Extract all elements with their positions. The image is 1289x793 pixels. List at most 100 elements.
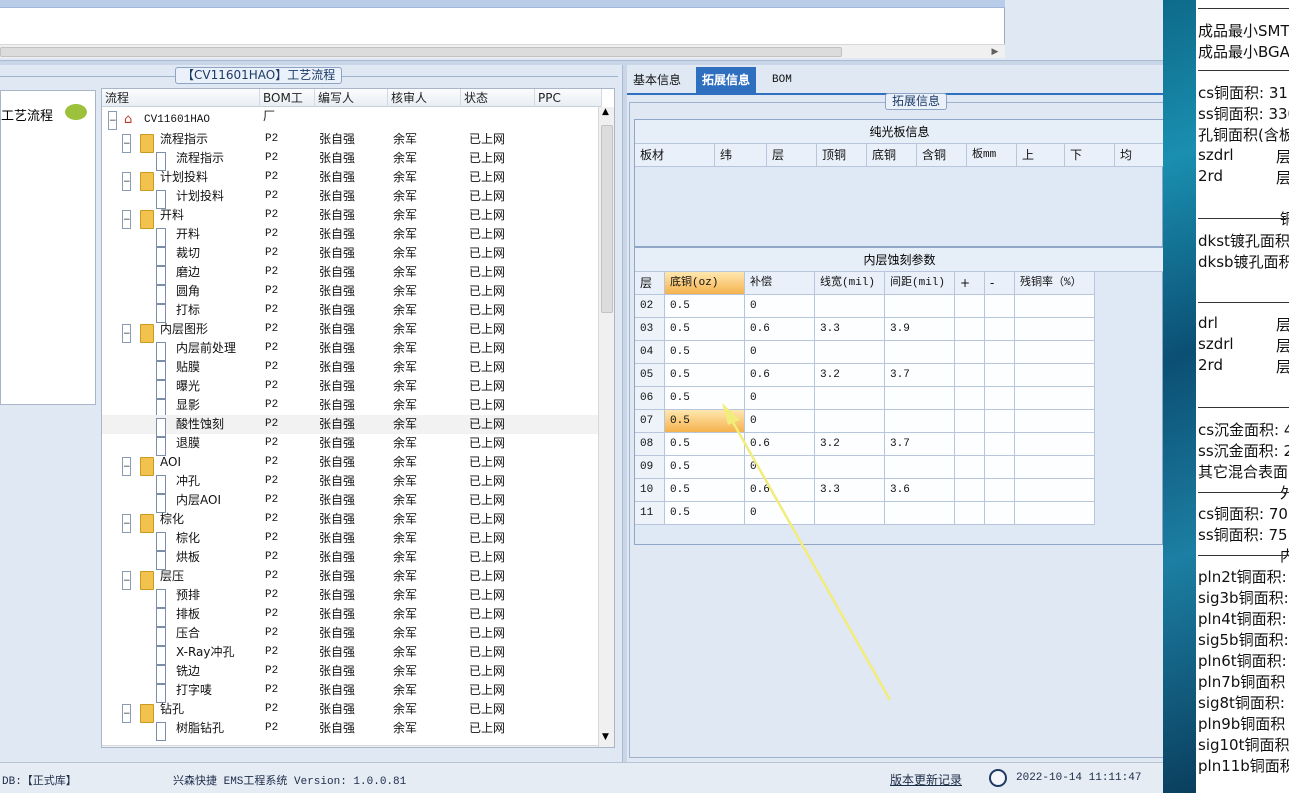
- bare-board-header[interactable]: 均: [1115, 144, 1164, 167]
- etch-header[interactable]: 线宽(mil): [815, 272, 885, 295]
- etch-cell[interactable]: 0.5: [665, 341, 745, 364]
- etch-cell[interactable]: 06: [635, 387, 665, 410]
- etch-header[interactable]: 补偿: [745, 272, 815, 295]
- etch-cell[interactable]: 3.3: [815, 318, 885, 341]
- etch-cell[interactable]: 0.6: [745, 318, 815, 341]
- collapse-icon[interactable]: −: [108, 111, 117, 130]
- etch-cell[interactable]: [955, 433, 985, 456]
- tree-row[interactable]: − 钻孔 P2 张自强 余军 已上网: [102, 700, 602, 723]
- bare-board-header[interactable]: 板材: [635, 144, 715, 167]
- tree-row[interactable]: 流程指示 P2 张自强 余军 已上网: [102, 149, 602, 171]
- selected-row[interactable]: [0, 0, 1005, 8]
- tree-row[interactable]: 铣边 P2 张自强 余军 已上网: [102, 662, 602, 684]
- tab-basic-info[interactable]: 基本信息: [627, 67, 687, 93]
- scroll-thumb[interactable]: [0, 47, 842, 57]
- scroll-down-arrow-icon[interactable]: ▼: [602, 732, 609, 742]
- etch-cell[interactable]: 3.2: [815, 364, 885, 387]
- etch-cell[interactable]: 0: [745, 295, 815, 318]
- scroll-thumb[interactable]: [601, 125, 613, 313]
- tree-row[interactable]: 棕化 P2 张自强 余军 已上网: [102, 529, 602, 551]
- header-reviewer[interactable]: 核审人: [388, 89, 461, 107]
- etch-cell[interactable]: [1015, 433, 1095, 456]
- etch-cell[interactable]: [985, 364, 1015, 387]
- etch-cell[interactable]: [955, 410, 985, 433]
- tree-row[interactable]: 打标 P2 张自强 余军 已上网: [102, 301, 602, 323]
- etch-cell[interactable]: [985, 410, 1015, 433]
- top-grid-hscrollbar[interactable]: ▶: [0, 44, 1005, 58]
- etch-cell[interactable]: 04: [635, 341, 665, 364]
- header-ppc[interactable]: PPC: [535, 89, 602, 107]
- etch-cell[interactable]: [985, 295, 1015, 318]
- chat-bubble-icon[interactable]: [65, 104, 87, 120]
- bare-board-header[interactable]: 层: [767, 144, 817, 167]
- etch-cell[interactable]: [985, 433, 1015, 456]
- tree-row[interactable]: 显影 P2 张自强 余军 已上网: [102, 396, 602, 418]
- bare-board-header[interactable]: 上: [1017, 144, 1065, 167]
- tree-row[interactable]: 贴膜 P2 张自强 余军 已上网: [102, 358, 602, 380]
- tree-vscrollbar[interactable]: ▲ ▼: [598, 107, 614, 747]
- bare-board-header[interactable]: 板mm: [967, 144, 1017, 167]
- scroll-right-arrow-icon[interactable]: ▶: [584, 746, 598, 747]
- tree-row[interactable]: 计划投料 P2 张自强 余军 已上网: [102, 187, 602, 209]
- tree-row[interactable]: − 开料 P2 张自强 余军 已上网: [102, 206, 602, 229]
- etch-cell[interactable]: [1015, 410, 1095, 433]
- etch-cell[interactable]: 0: [745, 341, 815, 364]
- tree-row[interactable]: 冲孔 P2 张自强 余军 已上网: [102, 472, 602, 494]
- tree-row[interactable]: − 流程指示 P2 张自强 余军 已上网: [102, 130, 602, 153]
- etch-cell[interactable]: [885, 295, 955, 318]
- tree-row[interactable]: 圆角 P2 张自强 余军 已上网: [102, 282, 602, 304]
- tab-bom[interactable]: BOM: [766, 67, 798, 93]
- tree-row[interactable]: 开料 P2 张自强 余军 已上网: [102, 225, 602, 247]
- etch-cell[interactable]: 10: [635, 479, 665, 502]
- bare-board-header[interactable]: 底铜: [867, 144, 917, 167]
- etch-cell[interactable]: 05: [635, 364, 665, 387]
- bare-board-header[interactable]: 下: [1065, 144, 1115, 167]
- etch-cell[interactable]: [955, 318, 985, 341]
- tree-row[interactable]: 烘板 P2 张自强 余军 已上网: [102, 548, 602, 570]
- etch-header[interactable]: 层: [635, 272, 665, 295]
- etch-cell[interactable]: [885, 341, 955, 364]
- left-nav-label[interactable]: 工艺流程: [1, 105, 53, 124]
- etch-cell[interactable]: 3.9: [885, 318, 955, 341]
- tree-row[interactable]: X-Ray冲孔 P2 张自强 余军 已上网: [102, 643, 602, 665]
- tree-row[interactable]: 曝光 P2 张自强 余军 已上网: [102, 377, 602, 399]
- tree-row[interactable]: 退膜 P2 张自强 余军 已上网: [102, 434, 602, 456]
- bare-board-header[interactable]: 含铜: [917, 144, 967, 167]
- etch-cell[interactable]: 08: [635, 433, 665, 456]
- etch-cell[interactable]: 03: [635, 318, 665, 341]
- tree-row[interactable]: − 内层图形 P2 张自强 余军 已上网: [102, 320, 602, 343]
- tree-row[interactable]: 裁切 P2 张自强 余军 已上网: [102, 244, 602, 266]
- header-flow[interactable]: 流程: [102, 89, 260, 107]
- etch-cell[interactable]: 02: [635, 295, 665, 318]
- etch-header[interactable]: 间距(mil): [885, 272, 955, 295]
- etch-cell[interactable]: [1015, 479, 1095, 502]
- etch-cell[interactable]: [1015, 295, 1095, 318]
- etch-cell[interactable]: 3.7: [885, 364, 955, 387]
- etch-header[interactable]: +: [955, 272, 985, 295]
- etch-cell[interactable]: [955, 479, 985, 502]
- tree-row[interactable]: 内层AOI P2 张自强 余军 已上网: [102, 491, 602, 513]
- bare-board-header[interactable]: 顶铜: [817, 144, 867, 167]
- tree-hscrollbar[interactable]: ◀ ▶: [102, 745, 598, 747]
- tree-row[interactable]: − AOI P2 张自强 余军 已上网: [102, 453, 602, 476]
- scroll-left-arrow-icon[interactable]: ◀: [102, 746, 116, 747]
- etch-cell[interactable]: [955, 364, 985, 387]
- header-writer[interactable]: 编写人: [315, 89, 388, 107]
- etch-cell[interactable]: [985, 456, 1015, 479]
- etch-cell[interactable]: [1015, 456, 1095, 479]
- tree-row[interactable]: 磨边 P2 张自强 余军 已上网: [102, 263, 602, 285]
- etch-cell[interactable]: [985, 387, 1015, 410]
- tree-root-row[interactable]: − ⌂ CV11601HAO: [102, 111, 602, 130]
- tree-row[interactable]: − 层压 P2 张自强 余军 已上网: [102, 567, 602, 590]
- etch-cell[interactable]: [815, 295, 885, 318]
- tree-row[interactable]: 压合 P2 张自强 余军 已上网: [102, 624, 602, 646]
- etch-header[interactable]: 残铜率（%）: [1015, 272, 1095, 295]
- scroll-right-arrow-icon[interactable]: ▶: [988, 45, 1002, 59]
- header-status[interactable]: 状态: [461, 89, 535, 107]
- etch-cell[interactable]: 09: [635, 456, 665, 479]
- etch-cell[interactable]: [955, 295, 985, 318]
- tree-row[interactable]: − 计划投料 P2 张自强 余军 已上网: [102, 168, 602, 191]
- etch-header[interactable]: 底铜(oz): [665, 272, 745, 295]
- etch-cell[interactable]: [985, 341, 1015, 364]
- etch-header[interactable]: -: [985, 272, 1015, 295]
